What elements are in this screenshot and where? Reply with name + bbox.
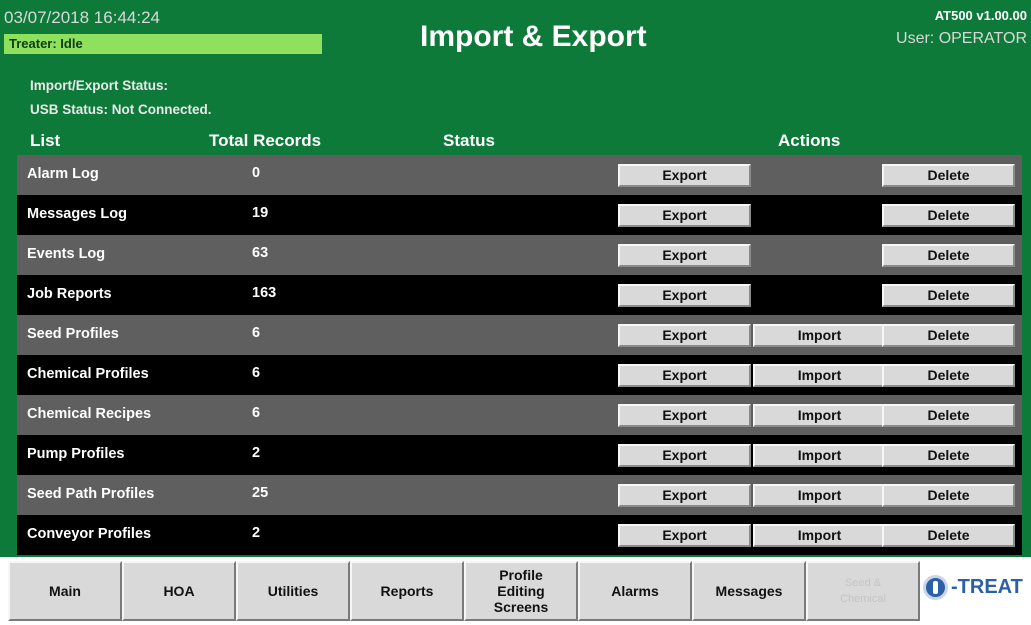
table-row-events-log: Events Log 63 Export Delete [17, 235, 1022, 275]
delete-button[interactable]: Delete [882, 284, 1015, 307]
bottom-nav: Main HOA Utilities Reports Profile Editi… [0, 557, 1031, 625]
delete-button[interactable]: Delete [882, 164, 1015, 187]
delete-button[interactable]: Delete [882, 404, 1015, 427]
row-name: Chemical Recipes [27, 406, 152, 422]
delete-button[interactable]: Delete [882, 524, 1015, 547]
import-export-screen: 03/07/2018 16:44:24 Treater: Idle Import… [0, 0, 1031, 625]
export-button[interactable]: Export [618, 444, 751, 467]
import-button[interactable]: Import [753, 444, 886, 467]
row-name: Messages Log [27, 206, 127, 222]
datetime-display: 03/07/2018 16:44:24 [4, 8, 160, 27]
column-header-list: List [30, 131, 61, 150]
column-header-status: Status [443, 131, 495, 150]
row-name: Job Reports [27, 286, 112, 302]
u-treat-logo-icon [923, 574, 948, 600]
export-button[interactable]: Export [618, 204, 751, 227]
row-name: Seed Path Profiles [27, 486, 155, 502]
row-name: Conveyor Profiles [27, 526, 152, 542]
row-name: Events Log [27, 246, 106, 262]
table-row-messages-log: Messages Log 19 Export Delete [17, 195, 1022, 235]
delete-button[interactable]: Delete [882, 244, 1015, 267]
usb-status: USB Status: Not Connected. [30, 102, 212, 117]
nav-disabled-label-line1: Seed & [844, 577, 882, 589]
delete-button[interactable]: Delete [882, 484, 1015, 507]
nav-profile-label-line1: Profile [499, 567, 543, 583]
main-panel: Import/Export Status: USB Status: Not Co… [0, 66, 1031, 557]
nav-reports-button[interactable]: Reports [350, 561, 464, 621]
export-button[interactable]: Export [618, 284, 751, 307]
row-name: Pump Profiles [27, 446, 125, 462]
logo-text: -TREAT [951, 575, 1023, 598]
table-row-seed-profiles: Seed Profiles 6 Export Import Delete [17, 315, 1022, 355]
row-count: 6 [252, 405, 261, 421]
import-export-status: Import/Export Status: [30, 78, 169, 93]
row-name: Alarm Log [27, 166, 99, 182]
nav-profile-editing-screens-button[interactable]: Profile Editing Screens [464, 561, 578, 621]
table-row-chemical-recipes: Chemical Recipes 6 Export Import Delete [17, 395, 1022, 435]
nav-profile-label-line3: Screens [493, 599, 549, 615]
table-row-job-reports: Job Reports 163 Export Delete [17, 275, 1022, 315]
table-row-chemical-profiles: Chemical Profiles 6 Export Import Delete [17, 355, 1022, 395]
table-row-alarm-log: Alarm Log 0 Export Delete [17, 155, 1022, 195]
records-table: Alarm Log 0 Export Delete Messages Log 1… [17, 155, 1022, 555]
row-count: 63 [252, 245, 269, 261]
table-row-conveyor-profiles: Conveyor Profiles 2 Export Import Delete [17, 515, 1022, 555]
row-count: 6 [252, 325, 261, 341]
treater-status-indicator: Treater: Idle [4, 34, 322, 54]
row-name: Seed Profiles [27, 326, 119, 342]
import-button[interactable]: Import [753, 364, 886, 387]
page-title: Import & Export [420, 20, 647, 53]
export-button[interactable]: Export [618, 244, 751, 267]
nav-messages-button[interactable]: Messages [692, 561, 806, 621]
export-button[interactable]: Export [618, 324, 751, 347]
user-label: User: OPERATOR [896, 30, 1027, 47]
column-header-actions: Actions [778, 131, 841, 150]
nav-disabled-label-line2: Chemical [840, 593, 886, 605]
row-count: 2 [252, 525, 261, 541]
export-button[interactable]: Export [618, 364, 751, 387]
table-row-pump-profiles: Pump Profiles 2 Export Import Delete [17, 435, 1022, 475]
nav-profile-label-line2: Editing [497, 583, 545, 599]
row-count: 25 [252, 485, 269, 501]
nav-main-button[interactable]: Main [8, 561, 122, 621]
u-treat-logo: -TREAT [923, 567, 1031, 607]
nav-hoa-button[interactable]: HOA [122, 561, 236, 621]
delete-button[interactable]: Delete [882, 444, 1015, 467]
row-count: 6 [252, 365, 261, 381]
nav-utilities-button[interactable]: Utilities [236, 561, 350, 621]
header-bar: 03/07/2018 16:44:24 Treater: Idle Import… [0, 0, 1031, 66]
row-count: 0 [252, 165, 261, 181]
row-count: 163 [252, 285, 277, 301]
export-button[interactable]: Export [618, 524, 751, 547]
export-button[interactable]: Export [618, 484, 751, 507]
import-button[interactable]: Import [753, 404, 886, 427]
nav-alarms-button[interactable]: Alarms [578, 561, 692, 621]
import-button[interactable]: Import [753, 524, 886, 547]
nav-disabled-button: Seed & Chemical [806, 561, 920, 621]
delete-button[interactable]: Delete [882, 204, 1015, 227]
version-label: AT500 v1.00.00 [934, 8, 1027, 23]
import-button[interactable]: Import [753, 324, 886, 347]
delete-button[interactable]: Delete [882, 324, 1015, 347]
row-name: Chemical Profiles [27, 366, 149, 382]
import-button[interactable]: Import [753, 484, 886, 507]
delete-button[interactable]: Delete [882, 364, 1015, 387]
table-row-seed-path-profiles: Seed Path Profiles 25 Export Import Dele… [17, 475, 1022, 515]
row-count: 19 [252, 205, 269, 221]
row-count: 2 [252, 445, 261, 461]
column-header-total-records: Total Records [209, 131, 322, 150]
export-button[interactable]: Export [618, 164, 751, 187]
export-button[interactable]: Export [618, 404, 751, 427]
